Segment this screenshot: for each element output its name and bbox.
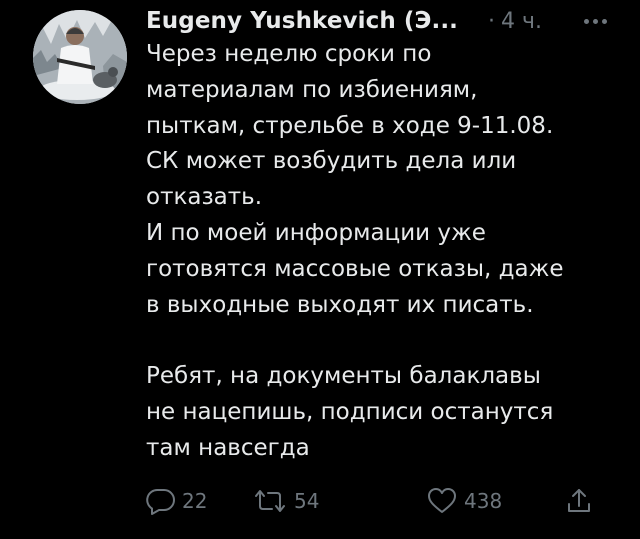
reply-button[interactable]: 22 [146,484,207,518]
retweet-icon [252,486,288,516]
tweet-text-line: СК может возбудить дела или [146,148,517,175]
share-icon [564,486,594,516]
tweet-text-line: пыткам, стрельбе в ходе 9-11.08. [146,112,554,139]
timestamp[interactable]: 4 ч. [501,9,542,34]
avatar[interactable] [33,10,127,104]
author-name[interactable]: Eugeny Yushkevich (Э... [146,8,458,34]
tweet-text-line: Ребят, на документы балаклавы [146,363,541,390]
tweet-text-line: Через неделю сроки по [146,41,432,67]
more-options-icon[interactable] [578,6,612,36]
tweet-text-line: в выходные выходят их писать. [146,291,534,318]
retweet-count: 54 [294,489,320,513]
reply-icon [146,486,176,516]
share-button[interactable] [564,484,594,518]
tweet-text-line: материалам по избиениям, [146,76,478,103]
like-count: 438 [464,489,503,513]
tweet-text-line: готовятся массовые отказы, даже [146,255,564,282]
retweet-button[interactable]: 54 [252,484,319,518]
tweet-header: Eugeny Yushkevich (Э... · 4 ч. [146,6,626,36]
tweet-text: Через неделю сроки по материалам по изби… [146,37,626,467]
tweet-text-line: отказать. [146,184,263,211]
separator-dot: · [488,8,496,34]
like-button[interactable]: 438 [426,484,502,518]
tweet-text-line: И по моей информации уже [146,219,486,246]
heart-icon [426,486,458,516]
tweet-text-line: не нацепишь, подписи останутся [146,398,554,425]
tweet-text-line: там навсегда [146,434,310,461]
reply-count: 22 [182,489,208,513]
tweet-actions: 22 54 438 [146,484,606,518]
